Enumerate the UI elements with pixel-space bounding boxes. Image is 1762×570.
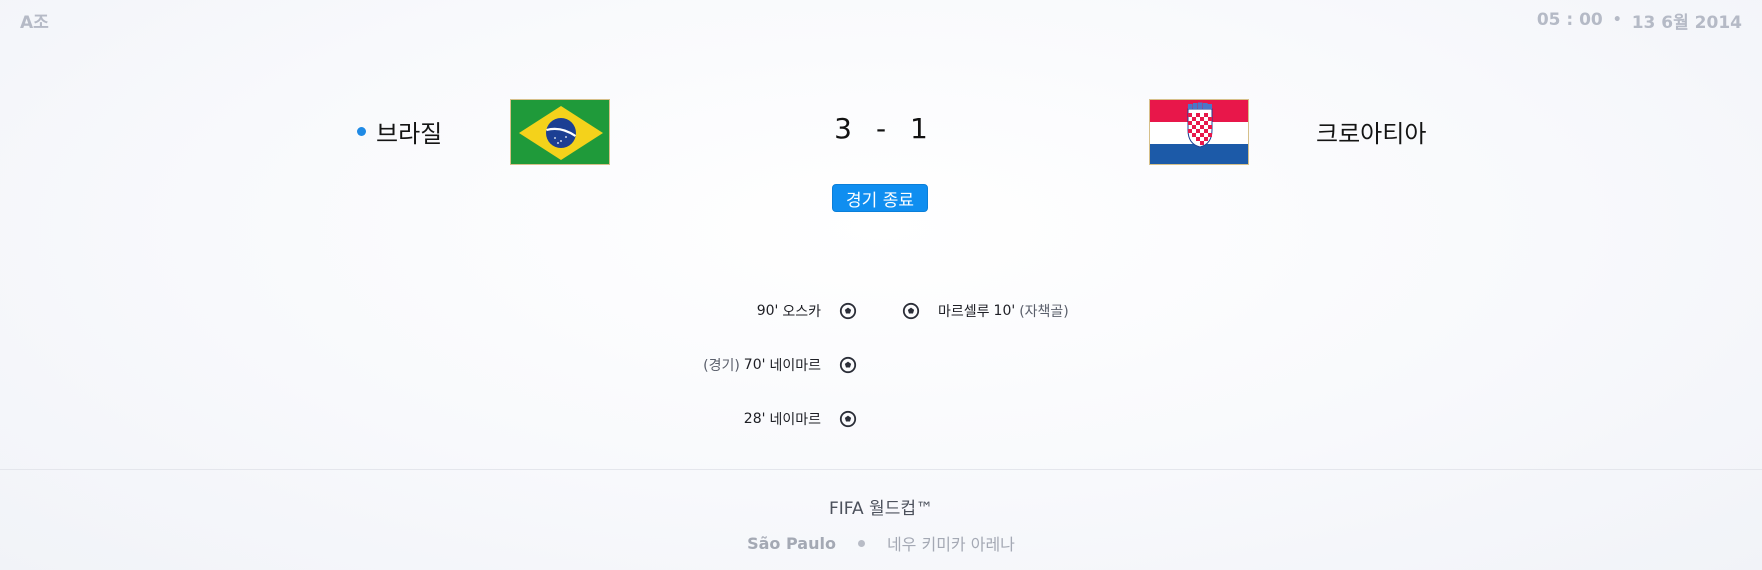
venue-city: São Paulo (747, 533, 836, 553)
venue-separator (857, 539, 865, 547)
kickoff-time: 05 : 00 (1536, 10, 1603, 30)
home-score: 3 (834, 112, 852, 145)
home-goal-event: (경기) 70' 네이마르 (703, 355, 821, 375)
kickoff-info: 05 : 00 • 13 6월 2014 (1537, 8, 1742, 33)
event-note: (경기) (703, 358, 740, 374)
event-minute: 10' (993, 303, 1016, 319)
soccer-ball-icon (839, 302, 857, 320)
event-player[interactable]: 마르셀루 (938, 301, 990, 321)
score-separator: - (875, 112, 887, 145)
footer-divider (0, 469, 1762, 470)
event-note: (자책골) (1019, 304, 1069, 320)
group-label: A조 (20, 12, 49, 33)
soccer-ball-icon (902, 302, 920, 320)
event-player[interactable]: 오스카 (782, 301, 821, 321)
scoreboard: 3 - 1 (0, 112, 1762, 145)
match-status-badge: 경기 종료 (832, 184, 928, 212)
event-minute: 28' (743, 411, 766, 427)
kickoff-date: 13 6월 2014 (1631, 12, 1742, 33)
soccer-ball-icon (839, 356, 857, 374)
event-player[interactable]: 네이마르 (769, 409, 821, 429)
competition-name[interactable]: FIFA 월드컵™ (0, 494, 1762, 519)
venue-stadium: 네우 키미카 아레나 (886, 535, 1015, 554)
home-goal-event: 28' 네이마르 (744, 409, 821, 429)
away-goal-event: 마르셀루 10' (자책골) (938, 301, 1069, 321)
away-team-name[interactable]: 크로아티아 (1316, 114, 1426, 149)
home-goal-event: 90' 오스카 (757, 301, 821, 321)
event-player[interactable]: 네이마르 (769, 355, 821, 375)
event-minute: 70' (743, 357, 766, 373)
venue-info: São Paulo 네우 키미카 아레나 (0, 531, 1762, 555)
match-header: A조 05 : 00 • 13 6월 2014 (20, 8, 1742, 33)
event-minute: 90' (756, 303, 779, 319)
soccer-ball-icon (839, 410, 857, 428)
away-score: 1 (910, 112, 928, 145)
croatia-flag-icon[interactable] (1149, 99, 1249, 165)
kickoff-separator: • (1612, 12, 1622, 28)
